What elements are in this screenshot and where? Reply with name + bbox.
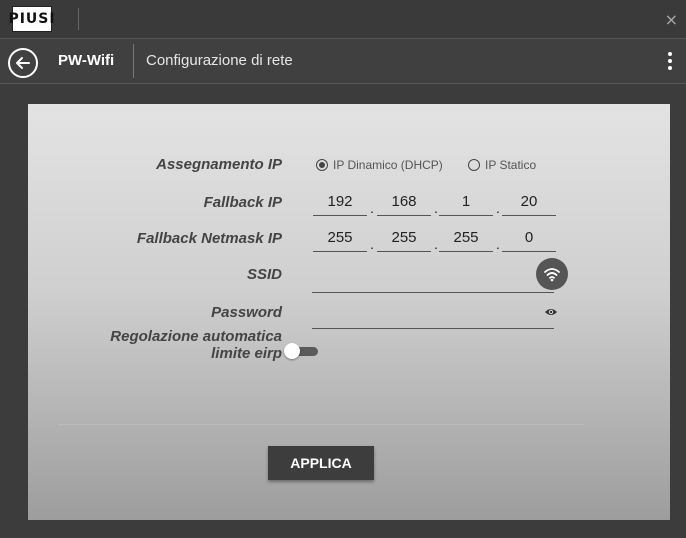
fallback-netmask-octet-3[interactable]: 255 bbox=[439, 225, 493, 252]
fallback-ip-label: Fallback IP bbox=[203, 194, 282, 211]
back-button[interactable] bbox=[8, 48, 38, 78]
fallback-netmask-octet-4[interactable]: 0 bbox=[502, 225, 556, 252]
radio-dhcp-label: IP Dinamico (DHCP) bbox=[333, 158, 443, 172]
radio-dhcp-circle[interactable] bbox=[316, 159, 328, 171]
ip-dot: . bbox=[434, 200, 438, 216]
ip-dot: . bbox=[370, 200, 374, 216]
ssid-label: SSID bbox=[246, 266, 282, 283]
auto-eirp-toggle[interactable] bbox=[284, 343, 322, 359]
radio-dhcp[interactable]: IP Dinamico (DHCP) bbox=[316, 158, 443, 172]
app-name: PW-Wifi bbox=[58, 52, 115, 69]
auto-eirp-label-line1: Regolazione automatica bbox=[110, 328, 282, 345]
kebab-menu-icon[interactable] bbox=[664, 50, 676, 72]
radio-static[interactable]: IP Statico bbox=[468, 158, 536, 172]
ip-dot: . bbox=[434, 236, 438, 252]
radio-static-label: IP Statico bbox=[485, 158, 537, 172]
eye-icon[interactable] bbox=[544, 304, 558, 322]
ip-dot: . bbox=[496, 200, 500, 216]
ip-dot: . bbox=[370, 236, 374, 252]
password-input[interactable] bbox=[312, 302, 554, 329]
back-arrow-icon bbox=[16, 57, 30, 69]
ip-assignment-label: Assegnamento IP bbox=[156, 156, 282, 173]
wifi-scan-button[interactable] bbox=[536, 258, 568, 290]
fallback-ip-octet-2[interactable]: 168 bbox=[377, 189, 431, 216]
titlebar-divider bbox=[78, 8, 79, 30]
fallback-ip-octet-3[interactable]: 1 bbox=[439, 189, 493, 216]
fallback-ip-octet-1[interactable]: 192 bbox=[313, 189, 367, 216]
ssid-input[interactable] bbox=[312, 266, 554, 293]
radio-static-circle[interactable] bbox=[468, 159, 480, 171]
auto-eirp-label-line2: limite eirp bbox=[211, 345, 282, 362]
close-icon[interactable]: × bbox=[665, 10, 678, 29]
fallback-netmask-label: Fallback Netmask IP bbox=[136, 230, 282, 247]
fallback-netmask-octet-2[interactable]: 255 bbox=[377, 225, 431, 252]
fallback-netmask-octet-1[interactable]: 255 bbox=[313, 225, 367, 252]
fallback-ip-octet-4[interactable]: 20 bbox=[502, 189, 556, 216]
ip-dot: . bbox=[496, 236, 500, 252]
form-divider bbox=[58, 424, 584, 425]
wifi-icon bbox=[544, 268, 560, 282]
password-label: Password bbox=[211, 304, 282, 321]
auto-eirp-label: Regolazione automatica limite eirp bbox=[110, 328, 282, 362]
toggle-knob bbox=[284, 343, 300, 359]
window-titlebar bbox=[0, 0, 686, 39]
piusi-logo: PIUSI bbox=[8, 6, 55, 32]
apply-button[interactable]: APPLICA bbox=[268, 446, 374, 480]
page-title: Configurazione di rete bbox=[146, 52, 293, 69]
appbar-divider bbox=[133, 44, 134, 78]
